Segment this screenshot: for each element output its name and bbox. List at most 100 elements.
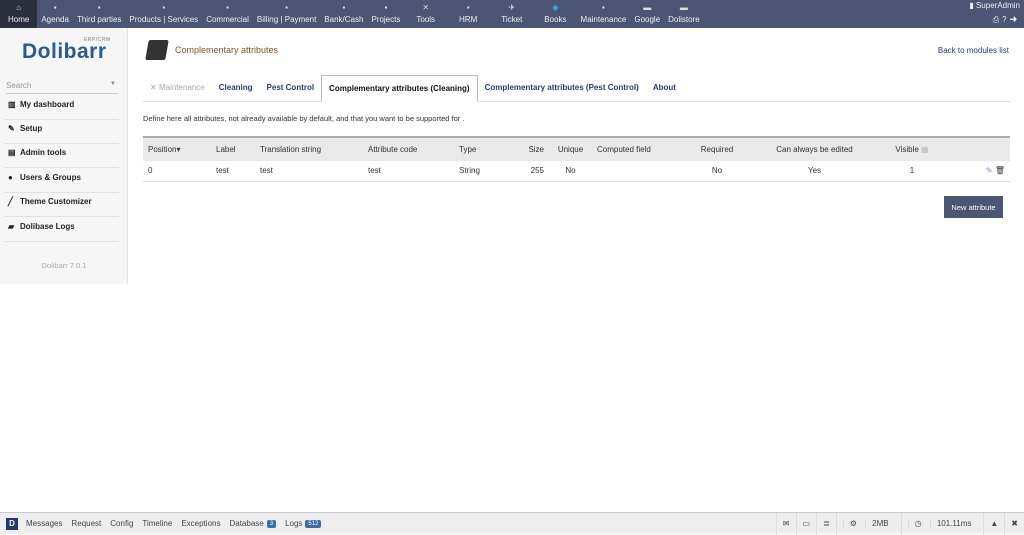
col-actions xyxy=(937,136,1010,161)
menu-projects[interactable]: ▪ Projects xyxy=(367,0,404,28)
debug-tab-logs[interactable]: Logs 512 xyxy=(285,519,322,528)
menu-products[interactable]: ▪ Products | Services xyxy=(125,0,202,28)
home-icon: ⌂ xyxy=(16,3,22,12)
tab-attributes-pest-control[interactable]: Complementary attributes (Pest Control) xyxy=(478,75,646,101)
google-icon: ▬ xyxy=(643,3,652,12)
col-visible: Visible ▦ xyxy=(887,136,937,161)
new-attribute-button[interactable]: New attribute xyxy=(944,196,1003,218)
edit-icon[interactable]: ✎ xyxy=(986,166,993,175)
description: Define here all attributes, not already … xyxy=(143,114,465,123)
col-position[interactable]: Position▾ xyxy=(143,136,211,161)
close-icon[interactable]: ✖ xyxy=(1004,512,1024,535)
billing-icon: ▪ xyxy=(285,3,288,12)
tab-cleaning[interactable]: Cleaning xyxy=(212,75,260,101)
users-icon: ● xyxy=(8,173,13,182)
col-translation: Translation string xyxy=(255,136,363,161)
debug-tab-timeline[interactable]: Timeline xyxy=(142,519,172,528)
maximize-icon[interactable]: ▲ xyxy=(983,512,1004,535)
user-area: ▮ SuperAdmin ⎙?➜ xyxy=(969,1,1020,25)
tab-maintenance[interactable]: ✕ Maintenance xyxy=(143,75,212,101)
menu-books[interactable]: ◆ Books xyxy=(534,0,576,28)
menu-agenda[interactable]: ▪ Agenda xyxy=(37,0,73,28)
menu-tools[interactable]: ✕ Tools xyxy=(404,0,447,28)
hrm-icon: ▪ xyxy=(466,3,470,12)
sort-down-icon: ▾ xyxy=(176,145,181,154)
debug-bar: D Messages Request Config Timeline Excep… xyxy=(0,512,1024,535)
menu-third-parties[interactable]: ▪ Third parties xyxy=(73,0,125,28)
attributes-table: Position▾ Label Translation string Attri… xyxy=(143,136,1010,182)
user-icon: ▮ xyxy=(969,1,976,10)
top-menu: ⌂ Home ▪ Agenda ▪ Third parties ▪ Products |… xyxy=(0,0,1024,28)
delete-icon[interactable]: 🗑 xyxy=(995,166,1005,175)
page-header: Complementary attributes xyxy=(145,40,279,60)
menu-ticket[interactable]: ✈ Ticket xyxy=(489,0,534,28)
menu-home[interactable]: ⌂ Home xyxy=(0,0,38,28)
menu-dolistore[interactable]: ▬ Dolistore xyxy=(664,0,704,28)
memory-indicator: ⚙ 2MB xyxy=(835,512,901,535)
commercial-icon: ▪ xyxy=(226,3,229,12)
version: Dolibarr 7.0.1 xyxy=(41,261,87,270)
tabs: ✕ Maintenance Cleaning Pest Control Comp… xyxy=(143,75,1010,102)
col-always-editable: Can always be edited xyxy=(742,136,887,161)
book-icon: ▰ xyxy=(8,222,15,231)
debug-tab-config[interactable]: Config xyxy=(110,519,133,528)
print-icon[interactable]: ⎙ xyxy=(993,15,1002,24)
products-icon: ▪ xyxy=(162,3,166,12)
sidebar-item-dashboard[interactable]: ▥ My dashboard xyxy=(5,96,119,120)
tab-attributes-cleaning[interactable]: Complementary attributes (Cleaning) xyxy=(321,75,478,102)
clock-icon: ◷ xyxy=(907,518,930,528)
menu-commercial[interactable]: ▪ Commercial xyxy=(202,0,253,28)
menu-bank[interactable]: ▪ Bank/Cash xyxy=(320,0,367,28)
col-code: Attribute code xyxy=(363,136,454,161)
sidebar-item-users[interactable]: ● Users & Groups xyxy=(5,169,119,193)
projects-icon: ▪ xyxy=(384,3,388,12)
sidebar-item-setup[interactable]: ✎ Setup xyxy=(5,120,119,144)
menu-billing[interactable]: ▪ Billing | Payment xyxy=(253,0,320,28)
info-icon: ▦ xyxy=(921,145,929,154)
ticket-icon: ✈ xyxy=(508,3,516,12)
debug-tab-exceptions[interactable]: Exceptions xyxy=(181,519,220,528)
sidebar-item-admin-tools[interactable]: ▤ Admin tools xyxy=(5,144,119,168)
database-icon[interactable]: ≣ xyxy=(816,512,836,535)
chart-icon: ▥ xyxy=(8,100,16,109)
folders-icon xyxy=(145,40,169,60)
wrench-icon: ✎ xyxy=(8,124,15,133)
search-select[interactable]: Search ▼ xyxy=(6,78,118,94)
tab-about[interactable]: About xyxy=(646,75,683,101)
brush-icon: ╱ xyxy=(8,197,13,206)
sidebar: Dolibarr ERP/CRM Search ▼ ▥ My dashboard ✎ S… xyxy=(0,28,128,284)
server-icon: ▤ xyxy=(8,148,16,157)
debug-tab-messages[interactable]: Messages xyxy=(26,519,62,528)
col-size: Size xyxy=(504,136,549,161)
menu-google[interactable]: ▬ Google xyxy=(630,0,664,28)
back-to-modules-link[interactable]: Back to modules list xyxy=(938,46,1009,55)
menu-hrm[interactable]: ▪ HRM xyxy=(447,0,489,28)
col-required: Required xyxy=(692,136,742,161)
monitor-icon[interactable]: ▭ xyxy=(795,512,817,535)
sidebar-item-logs[interactable]: ▰ Dolibase Logs xyxy=(5,218,119,242)
menu-maintenance[interactable]: ▪ Maintenance xyxy=(577,0,631,28)
page-title: Complementary attributes xyxy=(175,45,279,55)
logout-icon[interactable]: ➜ xyxy=(1010,15,1020,24)
maintenance-icon: ▪ xyxy=(602,3,605,12)
debug-tab-request[interactable]: Request xyxy=(71,519,101,528)
debugbar-logo[interactable]: D xyxy=(6,517,18,530)
user-link[interactable]: ▮ SuperAdmin xyxy=(969,1,1020,10)
logo[interactable]: Dolibarr ERP/CRM xyxy=(22,37,110,64)
help-icon[interactable]: ? xyxy=(1002,15,1009,24)
col-type: Type xyxy=(454,136,504,161)
mail-icon[interactable]: ✉ xyxy=(775,512,796,535)
debug-tab-database[interactable]: Database 3 xyxy=(229,519,277,528)
chevron-down-icon: ▼ xyxy=(110,81,116,87)
tools-icon: ✕ xyxy=(150,83,159,92)
sidebar-item-theme[interactable]: ╱ Theme Customizer xyxy=(5,193,119,217)
tools-icon: ✕ xyxy=(422,3,430,12)
gears-icon: ⚙ xyxy=(842,518,866,528)
dolistore-icon: ▬ xyxy=(679,3,688,12)
tab-pest-control[interactable]: Pest Control xyxy=(260,75,322,101)
company-icon: ▪ xyxy=(97,3,101,12)
table-row: 0 test test test String 255 No No Yes 1 … xyxy=(143,161,1010,182)
agenda-icon: ▪ xyxy=(53,3,57,12)
col-label: Label xyxy=(211,136,255,161)
col-unique: Unique xyxy=(549,136,592,161)
